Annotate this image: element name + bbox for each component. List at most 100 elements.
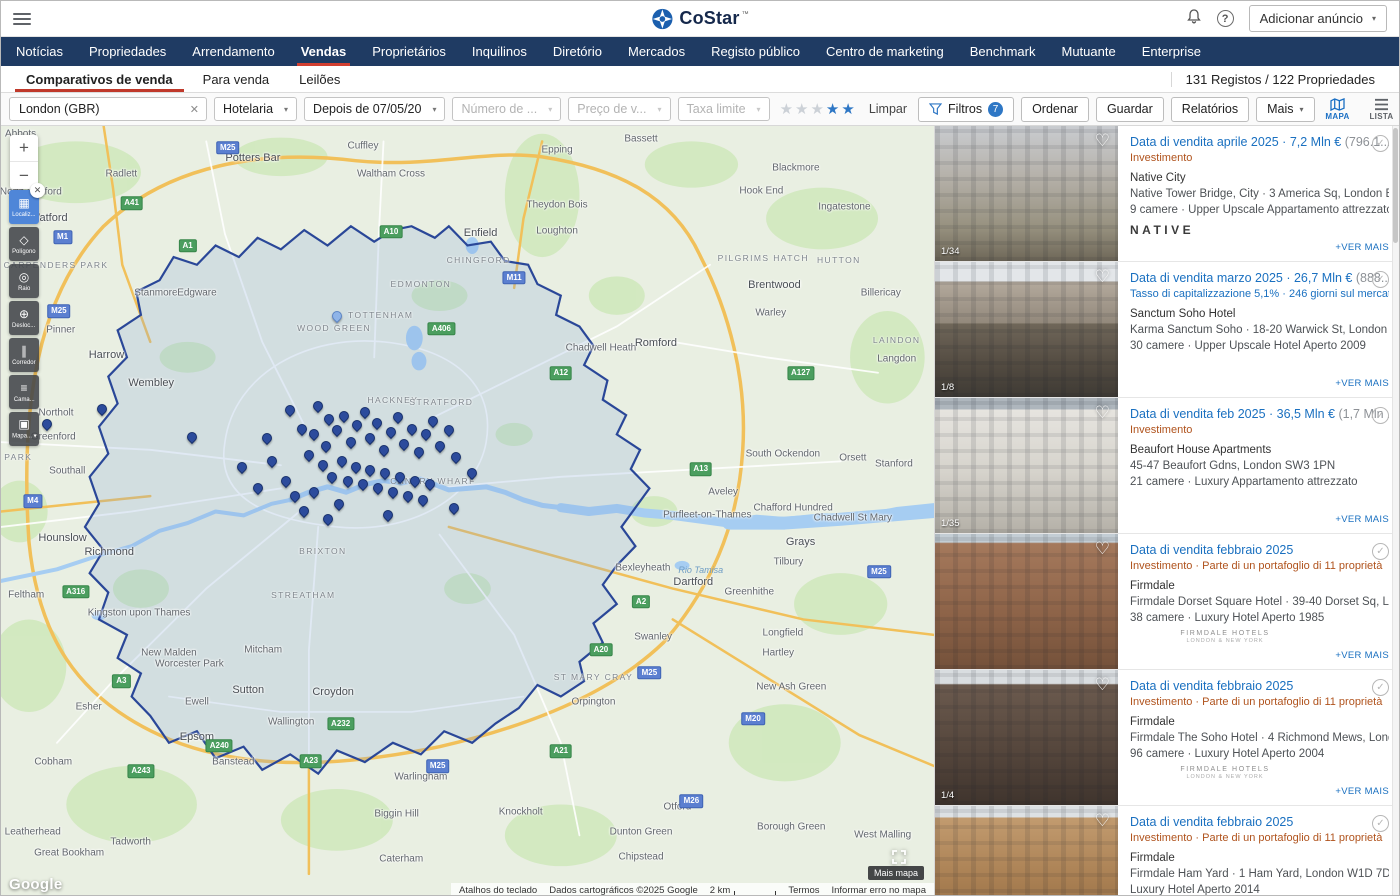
property-pin[interactable] bbox=[320, 512, 334, 526]
ver-mais-link[interactable]: +VER MAIS bbox=[1335, 786, 1389, 797]
location-search-input[interactable] bbox=[17, 101, 185, 117]
map-tool-cama[interactable]: ≡Cama... bbox=[9, 375, 39, 409]
property-pin[interactable] bbox=[371, 481, 385, 495]
property-pin[interactable] bbox=[330, 423, 344, 437]
property-pin[interactable] bbox=[322, 412, 336, 426]
property-card[interactable]: ♡Data di vendita febbraio 2025Investimen… bbox=[935, 806, 1399, 896]
property-pin[interactable] bbox=[316, 458, 330, 472]
property-pin[interactable] bbox=[432, 439, 446, 453]
notifications-icon[interactable] bbox=[1186, 8, 1202, 29]
sale-title-link[interactable]: Data di vendita febbraio 2025 bbox=[1130, 543, 1389, 557]
property-pin[interactable] bbox=[397, 437, 411, 451]
map-tool-raio[interactable]: ◎Raio bbox=[9, 264, 39, 298]
save-button[interactable]: Guardar bbox=[1096, 97, 1164, 122]
nav-item-propriedades[interactable]: Propriedades bbox=[76, 37, 179, 66]
star-icon[interactable]: ★ bbox=[795, 102, 808, 117]
property-pin[interactable] bbox=[330, 309, 344, 323]
property-pin[interactable] bbox=[332, 497, 346, 511]
sale-title-link[interactable]: Data di vendita marzo 2025 · 26,7 Mln € … bbox=[1130, 271, 1389, 285]
property-pin[interactable] bbox=[393, 470, 407, 484]
nav-item-arrendamento[interactable]: Arrendamento bbox=[179, 37, 287, 66]
nav-item-vendas[interactable]: Vendas bbox=[288, 37, 360, 66]
report-map-error-link[interactable]: Informar erro no mapa bbox=[831, 885, 926, 896]
sale-title-link[interactable]: Data di vendita febbraio 2025 bbox=[1130, 679, 1389, 693]
nav-item-diret-rio[interactable]: Diretório bbox=[540, 37, 615, 66]
favorite-heart-icon[interactable]: ♡ bbox=[1095, 539, 1110, 559]
filter-dropdown-n-mero-de[interactable]: Número de ...▾ bbox=[452, 97, 561, 121]
nav-item-mutuante[interactable]: Mutuante bbox=[1048, 37, 1128, 66]
favorite-heart-icon[interactable]: ♡ bbox=[1095, 131, 1110, 151]
nav-item-not-cias[interactable]: Notícias bbox=[3, 37, 76, 66]
property-pin[interactable] bbox=[426, 414, 440, 428]
selected-check-icon[interactable]: ✓ bbox=[1372, 679, 1389, 696]
subtab-leil-es[interactable]: Leilões bbox=[284, 66, 355, 92]
property-pin[interactable] bbox=[386, 485, 400, 499]
star-icon-filled[interactable]: ★ bbox=[841, 102, 854, 117]
property-pin[interactable] bbox=[390, 410, 404, 424]
property-pin[interactable] bbox=[295, 422, 309, 436]
deselect-tool-icon[interactable]: ✕ bbox=[30, 183, 45, 198]
property-pin[interactable] bbox=[363, 463, 377, 477]
property-pin[interactable] bbox=[418, 427, 432, 441]
property-card[interactable]: ♡Data di vendita febbraio 2025Investimen… bbox=[935, 534, 1399, 670]
nav-item-mercados[interactable]: Mercados bbox=[615, 37, 698, 66]
map-tool-mapa[interactable]: ▣Mapa... ▾ bbox=[9, 412, 39, 446]
scrollbar-thumb[interactable] bbox=[1393, 128, 1398, 243]
property-card[interactable]: ♡1/4Data di vendita febbraio 2025Investi… bbox=[935, 670, 1399, 806]
property-pin[interactable] bbox=[416, 493, 430, 507]
keyboard-shortcuts-link[interactable]: Atalhos do teclado bbox=[459, 885, 537, 896]
filter-dropdown-hotelaria[interactable]: Hotelaria▾ bbox=[214, 97, 297, 121]
zoom-in-button[interactable]: + bbox=[10, 135, 38, 162]
map-tool-desloc[interactable]: ⊕Desloc... bbox=[9, 301, 39, 335]
property-pin[interactable] bbox=[319, 439, 333, 453]
clear-search-icon[interactable]: ✕ bbox=[190, 103, 199, 116]
menu-icon[interactable] bbox=[13, 13, 31, 25]
nav-item-propriet-rios[interactable]: Proprietários bbox=[359, 37, 459, 66]
property-pin[interactable] bbox=[288, 489, 302, 503]
property-photo[interactable]: ♡1/4 bbox=[935, 670, 1118, 805]
property-card[interactable]: ♡1/35 Data di vendita feb 2025 · 36,5 Mln… bbox=[935, 398, 1399, 534]
sale-title-link[interactable]: Data di vendita feb 2025 · 36,5 Mln € (1… bbox=[1130, 407, 1389, 421]
property-pin[interactable] bbox=[95, 402, 109, 416]
sale-title-link[interactable]: Data di vendita aprile 2025 · 7,2 Mln € … bbox=[1130, 135, 1389, 149]
costar-logo[interactable]: CoStar ™ bbox=[651, 8, 748, 30]
property-pin[interactable] bbox=[384, 425, 398, 439]
property-pin[interactable] bbox=[465, 466, 479, 480]
star-icon[interactable]: ★ bbox=[780, 102, 793, 117]
property-pin[interactable] bbox=[449, 450, 463, 464]
selected-check-icon[interactable]: ✓ bbox=[1372, 407, 1389, 424]
property-pin[interactable] bbox=[185, 429, 199, 443]
favorite-heart-icon[interactable]: ♡ bbox=[1095, 267, 1110, 287]
property-pin[interactable] bbox=[341, 473, 355, 487]
property-pin[interactable] bbox=[412, 445, 426, 459]
property-pin[interactable] bbox=[302, 448, 316, 462]
property-photo[interactable]: ♡ bbox=[935, 806, 1118, 896]
filter-dropdown-taxa-limite[interactable]: Taxa limite▾ bbox=[678, 97, 770, 121]
location-search[interactable]: ✕ bbox=[9, 97, 207, 121]
subtab-para-venda[interactable]: Para venda bbox=[188, 66, 285, 92]
ver-mais-link[interactable]: +VER MAIS bbox=[1335, 650, 1389, 661]
property-pin[interactable] bbox=[378, 466, 392, 480]
selected-check-icon[interactable]: ✓ bbox=[1372, 271, 1389, 288]
property-pin[interactable] bbox=[250, 481, 264, 495]
ver-mais-link[interactable]: +VER MAIS bbox=[1335, 514, 1389, 525]
nav-item-registo-p-blico[interactable]: Registo público bbox=[698, 37, 813, 66]
property-photo[interactable]: ♡1/8 bbox=[935, 262, 1118, 397]
view-toggle-mapa[interactable]: MAPA bbox=[1322, 98, 1354, 121]
property-photo[interactable]: ♡1/35 bbox=[935, 398, 1118, 533]
add-listing-button[interactable]: Adicionar anúncio ▾ bbox=[1249, 5, 1387, 32]
property-pin[interactable] bbox=[404, 422, 418, 436]
favorite-heart-icon[interactable]: ♡ bbox=[1095, 403, 1110, 423]
property-pin[interactable] bbox=[264, 454, 278, 468]
property-pin[interactable] bbox=[362, 431, 376, 445]
map-tool-corredor[interactable]: ∥Corredor bbox=[9, 338, 39, 372]
star-rating-filter[interactable]: ★★★★★ bbox=[777, 102, 858, 117]
sort-button[interactable]: Ordenar bbox=[1021, 97, 1089, 122]
property-pin[interactable] bbox=[235, 460, 249, 474]
property-card[interactable]: ♡1/34Data di vendita aprile 2025 · 7,2 M… bbox=[935, 126, 1399, 262]
selected-check-icon[interactable]: ✓ bbox=[1372, 543, 1389, 560]
nav-item-centro-de-marketing[interactable]: Centro de marketing bbox=[813, 37, 957, 66]
property-pin[interactable] bbox=[334, 454, 348, 468]
property-pin[interactable] bbox=[260, 431, 274, 445]
property-photo[interactable]: ♡ bbox=[935, 534, 1118, 669]
